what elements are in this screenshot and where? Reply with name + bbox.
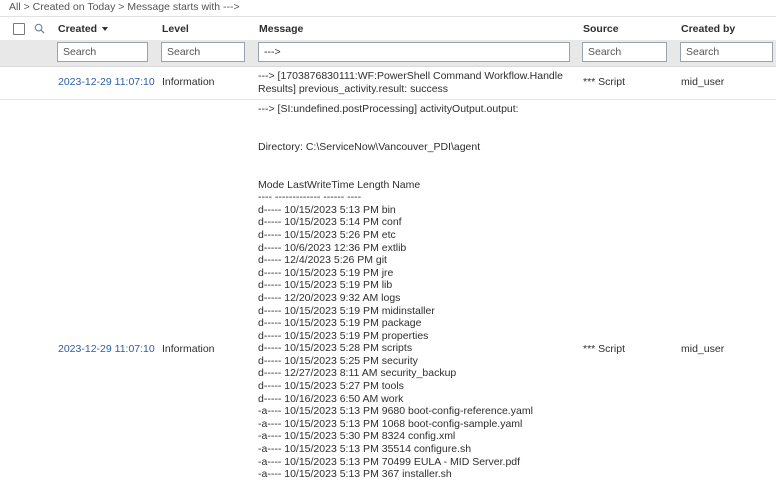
column-header-message[interactable]: Message — [259, 23, 303, 35]
column-header-source[interactable]: Source — [583, 23, 619, 35]
column-header-created-label: Created — [58, 23, 98, 35]
level-cell: Information — [162, 76, 215, 88]
message-line: -a---- 10/15/2023 5:13 PM 70499 EULA - M… — [258, 455, 521, 468]
message-line: d----- 12/20/2023 9:32 AM logs — [258, 291, 401, 304]
column-header-level[interactable]: Level — [162, 23, 189, 35]
search-icon[interactable] — [34, 23, 45, 34]
sort-descending-icon — [102, 27, 109, 32]
message-line: ---> [1703876830111:WF:PowerShell Comman… — [258, 70, 563, 82]
filter-row — [0, 40, 776, 67]
breadcrumb-created-today[interactable]: Created on Today — [33, 1, 116, 13]
message-line: Directory: C:\ServiceNow\Vancouver_PDI\a… — [258, 140, 481, 153]
message-line: Results] previous_activity.result: succe… — [258, 82, 449, 95]
message-cell: ---> [SI:undefined.postProcessing] activ… — [258, 103, 533, 481]
message-line — [258, 128, 533, 141]
message-line — [258, 166, 533, 179]
created-by-search-input[interactable] — [680, 42, 773, 62]
message-line: d----- 10/15/2023 5:19 PM package — [258, 317, 422, 330]
message-cell: ---> [1703876830111:WF:PowerShell Comman… — [258, 70, 563, 95]
message-line: d----- 10/6/2023 12:36 PM extlib — [258, 241, 407, 254]
message-search-input[interactable] — [258, 42, 570, 62]
message-line: d----- 10/15/2023 5:25 PM security — [258, 354, 418, 367]
column-header-created[interactable]: Created — [58, 23, 109, 35]
message-line: d----- 10/15/2023 5:28 PM scripts — [258, 342, 413, 355]
level-search-input[interactable] — [161, 42, 245, 62]
breadcrumb-separator: > — [23, 1, 30, 13]
message-line: d----- 10/15/2023 5:19 PM properties — [258, 329, 429, 342]
message-line: -a---- 10/15/2023 5:13 PM 35514 configur… — [258, 443, 472, 456]
message-line: d----- 10/15/2023 5:27 PM tools — [258, 380, 404, 393]
source-cell: *** Script — [583, 343, 626, 355]
message-line: d----- 10/15/2023 5:26 PM etc — [258, 228, 396, 241]
source-cell: *** Script — [583, 76, 626, 88]
table-row: 2023-12-29 11:07:10 Information ---> [SI… — [0, 100, 776, 500]
message-line: Mode LastWriteTime Length Name — [258, 178, 421, 191]
message-line: ---> [SI:undefined.postProcessing] activ… — [258, 103, 519, 115]
message-line: d----- 10/15/2023 5:19 PM midinstaller — [258, 304, 435, 317]
created-by-cell: mid_user — [681, 343, 725, 355]
breadcrumb-all[interactable]: All — [9, 1, 21, 13]
created-link[interactable]: 2023-12-29 11:07:10 — [58, 343, 155, 356]
source-search-input[interactable] — [582, 42, 667, 62]
breadcrumb-separator: > — [118, 1, 125, 13]
message-line — [258, 116, 533, 129]
created-link[interactable]: 2023-12-29 11:07:10 — [58, 76, 155, 89]
message-line: d----- 12/27/2023 8:11 AM security_backu… — [258, 367, 457, 380]
message-line: d----- 10/15/2023 5:19 PM lib — [258, 279, 393, 292]
created-search-input[interactable] — [57, 42, 148, 62]
column-header-created-by[interactable]: Created by — [681, 23, 735, 35]
message-line: -a---- 10/15/2023 5:13 PM 1068 boot-conf… — [258, 417, 523, 430]
breadcrumb: All > Created on Today > Message starts … — [0, 0, 776, 16]
message-line: -a---- 10/15/2023 5:13 PM 367 installer.… — [258, 468, 452, 481]
message-line: ---- ------------- ------ ---- — [258, 191, 362, 204]
created-by-cell: mid_user — [681, 76, 725, 88]
message-line: d----- 10/16/2023 6:50 AM work — [258, 392, 404, 405]
message-line: d----- 10/15/2023 5:19 PM jre — [258, 266, 394, 279]
message-line — [258, 153, 533, 166]
column-header-bar: Created Level Message Source Created by — [0, 16, 776, 41]
select-all-checkbox[interactable] — [13, 23, 25, 35]
message-line: -a---- 10/15/2023 5:13 PM 9680 boot-conf… — [258, 405, 533, 418]
message-line: d----- 12/4/2023 5:26 PM git — [258, 254, 387, 267]
message-line: -a---- 10/15/2023 5:30 PM 8324 config.xm… — [258, 430, 456, 443]
table-row: 2023-12-29 11:07:10 Information ---> [17… — [0, 67, 776, 100]
message-line: d----- 10/15/2023 5:14 PM conf — [258, 216, 402, 229]
breadcrumb-message-filter[interactable]: Message starts with ---> — [127, 1, 239, 13]
message-line: d----- 10/15/2023 5:13 PM bin — [258, 203, 396, 216]
level-cell: Information — [162, 343, 215, 355]
